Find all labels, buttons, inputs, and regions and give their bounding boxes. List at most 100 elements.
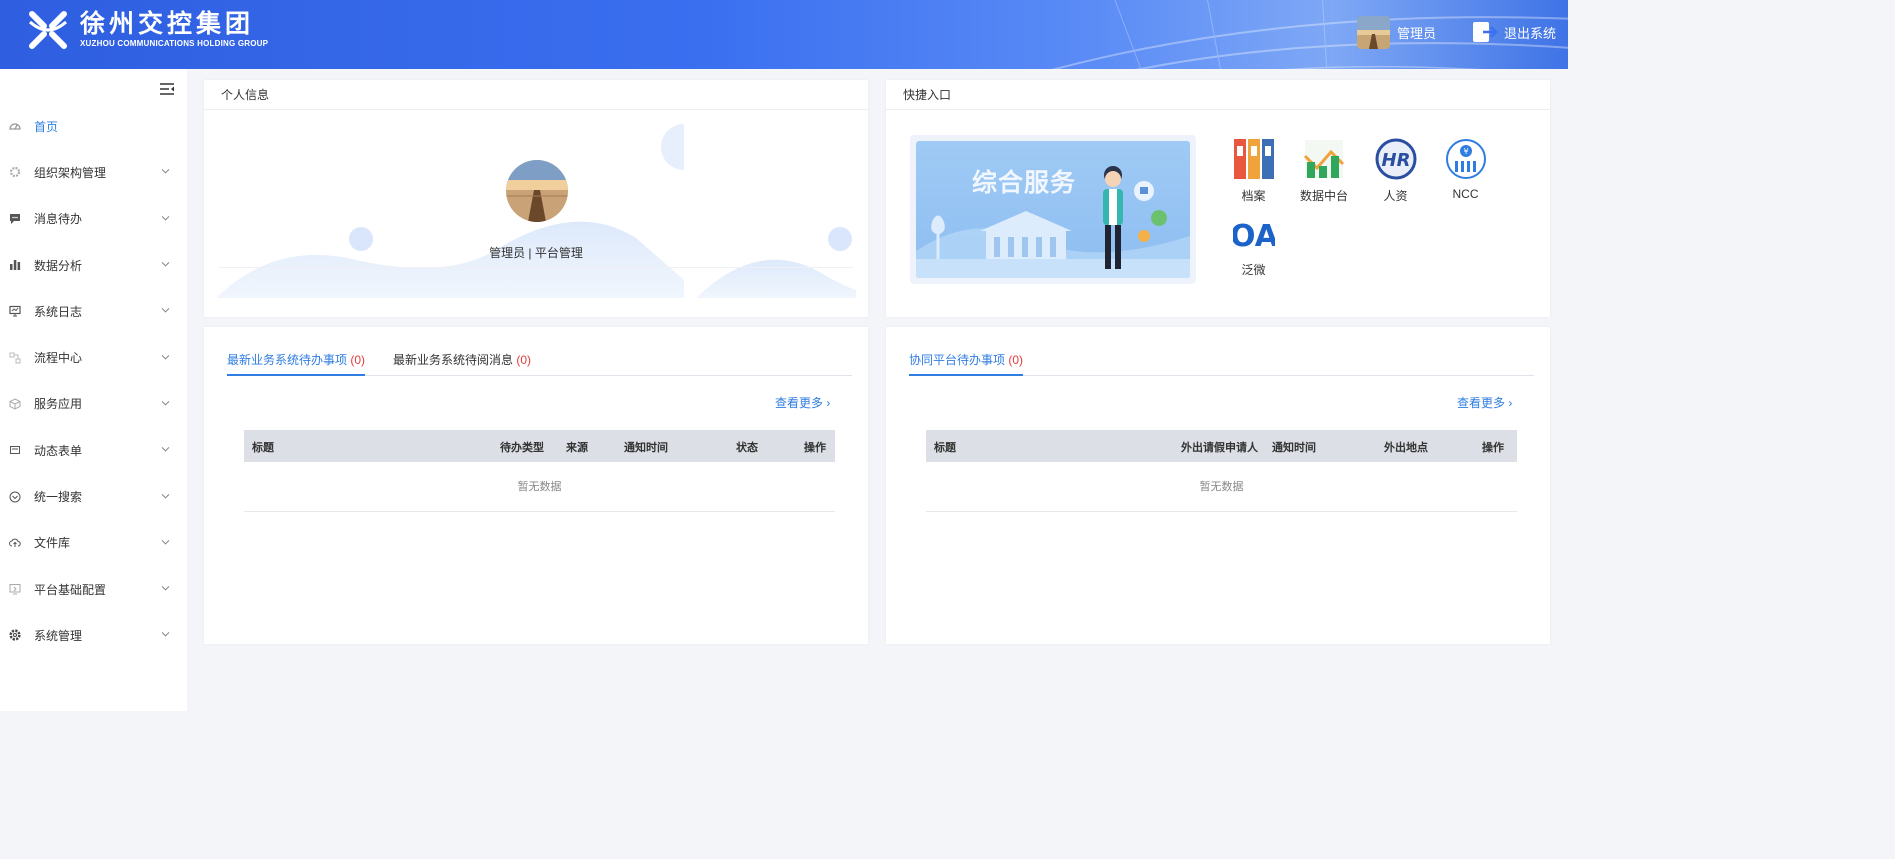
chevron-down-icon bbox=[161, 400, 170, 406]
sidebar-item-services[interactable]: 服务应用 bbox=[0, 381, 187, 427]
sidebar-item-home[interactable]: 首页 bbox=[0, 103, 187, 149]
logout-label: 退出系统 bbox=[1504, 25, 1557, 41]
collab-todo-card: 协同平台待办事项 (0) 查看更多 › 标题 外出请假申请人 通知时间 外出地点… bbox=[886, 327, 1550, 644]
quick-link-label: 泛微 bbox=[1241, 263, 1266, 277]
brand-logo[interactable]: 徐州交控集团 XUZHOU COMMUNICATIONS HOLDING GRO… bbox=[26, 8, 268, 52]
archive-icon bbox=[1233, 139, 1274, 179]
col-notify-time: 通知时间 bbox=[1272, 442, 1316, 454]
user-avatar bbox=[1357, 16, 1390, 49]
sidebar-item-label: 数据分析 bbox=[34, 258, 83, 273]
sidebar-item-platform-config[interactable]: 平台基础配置 bbox=[0, 566, 187, 612]
sidebar-item-label: 平台基础配置 bbox=[34, 582, 107, 597]
chevron-down-icon bbox=[161, 308, 170, 313]
todo-card: 最新业务系统待办事项 (0) 最新业务系统待阅消息 (0) 查看更多 › 标题 … bbox=[204, 327, 868, 644]
sidebar-item-label: 首页 bbox=[34, 119, 59, 134]
col-title: 标题 bbox=[934, 442, 956, 454]
banner-title: 综合服务 bbox=[972, 168, 1077, 197]
chevron-right-icon: › bbox=[826, 396, 831, 410]
header-road-decoration bbox=[1051, 0, 1568, 69]
chevron-down-icon bbox=[161, 493, 170, 499]
quick-link-label: 人资 bbox=[1383, 189, 1408, 203]
col-title: 标题 bbox=[252, 442, 274, 454]
sidebar-item-label: 服务应用 bbox=[34, 397, 83, 412]
svg-text:HR: HR bbox=[1381, 150, 1410, 171]
logout-button[interactable]: 退出系统 bbox=[1472, 21, 1556, 43]
sidebar-item-analytics[interactable]: 数据分析 bbox=[0, 242, 187, 288]
bar-chart-icon bbox=[10, 260, 21, 271]
cloud-icon bbox=[9, 538, 21, 547]
tab-count: (0) bbox=[350, 353, 366, 367]
view-more-link[interactable]: 查看更多 › bbox=[775, 394, 830, 411]
search-icon bbox=[9, 491, 21, 503]
tab-business-todo[interactable]: 最新业务系统待办事项 (0) bbox=[227, 349, 366, 376]
message-icon bbox=[10, 213, 20, 224]
col-location: 外出地点 bbox=[1384, 442, 1428, 454]
sidebar-item-label: 系统管理 bbox=[34, 628, 83, 643]
gear-icon bbox=[9, 167, 21, 178]
tab-business-unread[interactable]: 最新业务系统待阅消息 (0) bbox=[393, 349, 531, 376]
user-menu[interactable]: 管理员 bbox=[1357, 16, 1436, 49]
col-status: 状态 bbox=[736, 442, 758, 454]
sidebar-item-label: 组织架构管理 bbox=[34, 165, 107, 180]
tab-count: (0) bbox=[516, 353, 532, 367]
sidebar-item-org[interactable]: 组织架构管理 bbox=[0, 149, 187, 195]
data-platform-icon bbox=[1303, 140, 1345, 178]
table-header: 标题 外出请假申请人 通知时间 外出地点 操作 bbox=[926, 430, 1517, 462]
profile-card: 个人信息 管理员 | 平台管理 bbox=[204, 80, 868, 317]
monitor-icon bbox=[9, 306, 21, 317]
sidebar-item-label: 流程中心 bbox=[34, 351, 83, 366]
empty-state: 暂无数据 bbox=[244, 462, 835, 512]
sidebar-item-files[interactable]: 文件库 bbox=[0, 520, 187, 566]
logo-chinese-name: 徐州交控集团 bbox=[80, 10, 255, 38]
ncc-icon: ¥ bbox=[1445, 139, 1486, 179]
sidebar-item-messages[interactable]: 消息待办 bbox=[0, 196, 187, 242]
tab-collab-todo[interactable]: 协同平台待办事项 (0) bbox=[909, 349, 1024, 376]
collab-table: 标题 外出请假申请人 通知时间 外出地点 操作 暂无数据 bbox=[926, 430, 1517, 512]
quick-link-archive[interactable]: 档案 bbox=[1226, 138, 1281, 204]
chevron-right-icon: › bbox=[1508, 396, 1513, 410]
sidebar-item-search[interactable]: 统一搜索 bbox=[0, 473, 187, 519]
quick-link-label: 数据中台 bbox=[1299, 189, 1348, 203]
view-more-label: 查看更多 bbox=[1457, 396, 1506, 410]
quick-link-label: NCC bbox=[1452, 187, 1479, 201]
hr-icon: HR bbox=[1375, 138, 1416, 180]
config-icon bbox=[9, 584, 21, 595]
chevron-down-icon bbox=[161, 354, 170, 360]
settings-icon bbox=[9, 629, 21, 642]
quick-link-ncc[interactable]: ¥ NCC bbox=[1438, 138, 1493, 201]
sidebar-item-label: 统一搜索 bbox=[34, 490, 83, 505]
collapse-menu-icon[interactable] bbox=[160, 83, 174, 95]
quick-link-label: 档案 bbox=[1241, 189, 1266, 203]
quick-link-hr[interactable]: HR 人资 bbox=[1368, 138, 1423, 204]
sidebar-item-workflow[interactable]: 流程中心 bbox=[0, 334, 187, 380]
chevron-down-icon bbox=[161, 539, 170, 545]
quick-access-card: 快捷入口 综合服务 档案 数据中台 HR 人资 ¥ NCC OA 泛微 bbox=[886, 80, 1550, 317]
view-more-link[interactable]: 查看更多 › bbox=[1457, 394, 1512, 411]
quick-link-oa[interactable]: OA 泛微 bbox=[1226, 212, 1281, 278]
tab-label: 最新业务系统待办事项 bbox=[227, 353, 351, 367]
chevron-down-icon bbox=[161, 262, 170, 267]
chevron-down-icon bbox=[161, 586, 170, 591]
user-name: 管理员 bbox=[1397, 26, 1437, 41]
sidebar-item-label: 文件库 bbox=[34, 536, 71, 551]
todo-tabs: 最新业务系统待办事项 (0) 最新业务系统待阅消息 (0) bbox=[227, 349, 852, 376]
sidebar-item-logs[interactable]: 系统日志 bbox=[0, 288, 187, 334]
service-banner[interactable]: 综合服务 bbox=[910, 135, 1196, 284]
sidebar-menu: 首页 组织架构管理 消息待办 数据分析 系统日志 流程中心 服务应用 动态表单 … bbox=[0, 103, 187, 659]
oa-icon: OA bbox=[1230, 219, 1279, 254]
tab-label: 最新业务系统待阅消息 bbox=[393, 353, 517, 367]
profile-avatar bbox=[506, 160, 568, 222]
col-source: 来源 bbox=[566, 442, 588, 454]
quick-link-data-platform[interactable]: 数据中台 bbox=[1294, 138, 1354, 204]
col-applicant: 外出请假申请人 bbox=[1181, 442, 1258, 454]
chevron-down-icon bbox=[161, 169, 170, 175]
chevron-down-icon bbox=[161, 447, 170, 452]
col-action: 操作 bbox=[804, 442, 826, 454]
sidebar-item-system[interactable]: 系统管理 bbox=[0, 612, 187, 658]
form-icon bbox=[10, 446, 20, 455]
sidebar-item-label: 动态表单 bbox=[34, 443, 83, 458]
todo-table: 标题 待办类型 来源 通知时间 状态 操作 暂无数据 bbox=[244, 430, 835, 512]
cube-icon bbox=[9, 398, 21, 410]
col-action: 操作 bbox=[1482, 442, 1504, 454]
sidebar-item-forms[interactable]: 动态表单 bbox=[0, 427, 187, 473]
